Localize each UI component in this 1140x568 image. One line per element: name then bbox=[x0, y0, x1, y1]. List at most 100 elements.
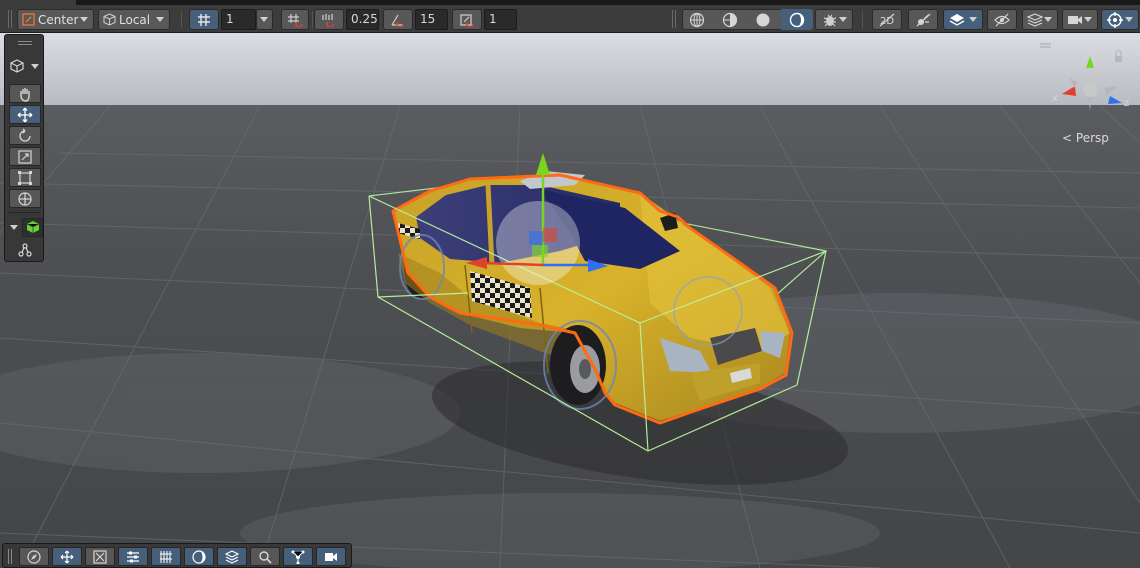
lighting-toggle-icon[interactable] bbox=[781, 9, 813, 30]
snap-rotate-input[interactable]: 15 bbox=[415, 9, 448, 30]
draw-mode-group bbox=[682, 9, 813, 30]
layer-stack-icon bbox=[1027, 12, 1043, 27]
snap-move-icon bbox=[321, 13, 337, 27]
visibility-toggle-button[interactable] bbox=[987, 9, 1017, 30]
compass-button[interactable] bbox=[19, 547, 49, 566]
move-tool-button[interactable] bbox=[9, 105, 41, 124]
pivot-local-icon bbox=[103, 13, 116, 26]
grid-lines-overlay-button[interactable] bbox=[151, 547, 181, 566]
gizmos-icon bbox=[1107, 11, 1123, 28]
scene-visibility-dropdown[interactable] bbox=[943, 9, 983, 30]
pivot-rotation-dropdown[interactable]: Local bbox=[98, 9, 170, 30]
layers-icon bbox=[949, 13, 965, 27]
move-overlay-button[interactable] bbox=[52, 547, 82, 566]
chevron-down-icon bbox=[969, 17, 977, 22]
wireframe-sphere-icon[interactable] bbox=[689, 12, 705, 28]
compass-icon bbox=[27, 549, 41, 564]
tools-overlay bbox=[4, 34, 44, 262]
axis-z-label: z bbox=[1124, 98, 1129, 109]
tool-mode-dropdown[interactable] bbox=[9, 56, 41, 76]
chevron-down-icon bbox=[1084, 17, 1092, 22]
scene-toolbar: Center Local 1 0.25 15 1 2D bbox=[0, 0, 1140, 33]
snap-increment-button[interactable] bbox=[281, 9, 309, 30]
toolbar-grip[interactable] bbox=[8, 10, 12, 28]
rotate-tool-button[interactable] bbox=[9, 126, 41, 145]
scale-overlay-button[interactable] bbox=[85, 547, 115, 566]
grid-lines-icon bbox=[160, 550, 172, 563]
sliders-icon bbox=[127, 551, 139, 562]
custom-tool-button[interactable] bbox=[22, 217, 43, 237]
scale-tool-button[interactable] bbox=[9, 147, 41, 166]
view-tool-button[interactable] bbox=[9, 84, 41, 103]
grid-size-dropdown[interactable] bbox=[256, 9, 273, 30]
cube-icon bbox=[10, 59, 24, 73]
circle-overlay-button[interactable] bbox=[184, 547, 214, 566]
scale-tool-icon bbox=[18, 149, 32, 164]
search-overlay-button[interactable] bbox=[250, 547, 280, 566]
transform-tool-icon bbox=[18, 191, 32, 206]
chevron-down-icon bbox=[31, 64, 39, 69]
toolbar-grip[interactable] bbox=[672, 10, 676, 28]
lighting-off-icon bbox=[915, 13, 931, 27]
grid-icon bbox=[197, 13, 211, 27]
chevron-down-icon bbox=[1125, 17, 1133, 22]
gizmos-dropdown[interactable] bbox=[1101, 9, 1139, 30]
snap-move-button[interactable] bbox=[314, 9, 344, 30]
custom-tool-path-button[interactable] bbox=[9, 240, 41, 259]
chevron-down-icon bbox=[260, 17, 268, 22]
snap-scale-icon bbox=[459, 13, 475, 27]
snap-scale-button[interactable] bbox=[452, 9, 482, 30]
snap-rotate-button[interactable] bbox=[383, 9, 413, 30]
scene-viewport[interactable] bbox=[0, 33, 1140, 568]
shaded-sphere-icon[interactable] bbox=[755, 12, 771, 28]
camera-icon bbox=[1067, 13, 1083, 27]
pivot-mode-dropdown[interactable]: Center bbox=[17, 9, 94, 30]
pivot-mode-label: Center bbox=[38, 12, 79, 27]
scene-view[interactable]: y x z < Persp bbox=[0, 33, 1140, 568]
separator bbox=[862, 11, 863, 28]
scale-icon bbox=[93, 549, 107, 564]
projection-toggle[interactable]: < Persp bbox=[1062, 131, 1109, 145]
pivot-center-icon bbox=[22, 13, 35, 26]
gizmo-debug-dropdown[interactable] bbox=[815, 9, 853, 30]
svg-text:2D: 2D bbox=[880, 16, 894, 27]
chevron-down-icon bbox=[80, 17, 88, 22]
rotate-tool-icon bbox=[19, 128, 31, 142]
grid-size-input[interactable]: 1 bbox=[221, 9, 256, 30]
chevron-down-icon bbox=[1044, 17, 1052, 22]
snap-scale-input[interactable]: 1 bbox=[484, 9, 517, 30]
2d-toggle-button[interactable]: 2D bbox=[872, 9, 902, 30]
camera-icon bbox=[325, 552, 337, 561]
custom-tool-dropdown[interactable] bbox=[7, 217, 43, 237]
camera-settings-dropdown[interactable] bbox=[1062, 9, 1098, 30]
custom-tool-path-icon bbox=[18, 242, 32, 257]
move-tool-icon bbox=[17, 107, 33, 122]
axis-y-label: y bbox=[1088, 45, 1094, 56]
lighting-off-button[interactable] bbox=[908, 9, 938, 30]
camera-overlay-button[interactable] bbox=[316, 547, 346, 566]
layers-overlay-button[interactable] bbox=[217, 547, 247, 566]
bottom-overlay-toolbar bbox=[2, 543, 352, 568]
transform-tool-button[interactable] bbox=[9, 189, 41, 208]
rect-tool-button[interactable] bbox=[9, 168, 41, 187]
rect-tool-icon bbox=[18, 170, 32, 185]
visibility-icon bbox=[994, 13, 1010, 27]
network-icon bbox=[291, 550, 305, 564]
grid-toggle-button[interactable] bbox=[189, 9, 219, 30]
overlay-grip[interactable] bbox=[8, 549, 12, 564]
network-overlay-button[interactable] bbox=[283, 547, 313, 566]
separator bbox=[181, 11, 182, 28]
shaded-wireframe-icon[interactable] bbox=[722, 12, 738, 28]
sliders-overlay-button[interactable] bbox=[118, 547, 148, 566]
pivot-rotation-label: Local bbox=[119, 12, 151, 27]
move-icon bbox=[60, 550, 74, 563]
separator bbox=[9, 212, 41, 213]
gizmo-bug-icon bbox=[822, 12, 838, 28]
overlay-grip[interactable] bbox=[18, 41, 32, 45]
snap-move-input[interactable]: 0.25 bbox=[346, 9, 379, 30]
custom-tool-cube-icon bbox=[26, 221, 39, 233]
layer-stack-dropdown[interactable] bbox=[1022, 9, 1058, 30]
snap-increment-icon bbox=[287, 13, 303, 27]
projection-label: Persp bbox=[1075, 131, 1109, 145]
2d-toggle-icon: 2D bbox=[879, 13, 895, 27]
